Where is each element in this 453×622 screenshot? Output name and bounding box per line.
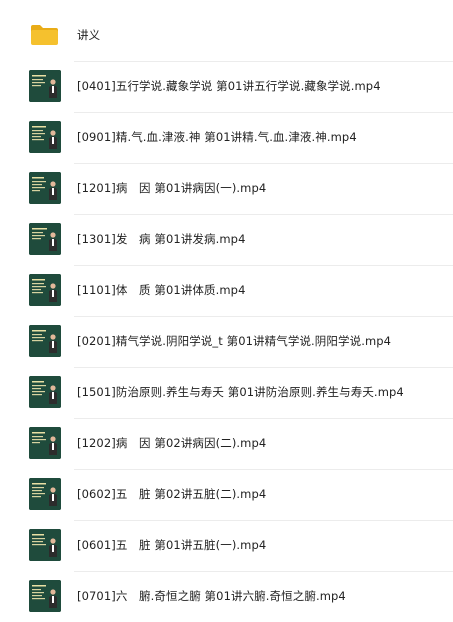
file-list: 讲义 [0401]五行学说.藏象学说 第01讲五行学说.藏象学说.mp4 [09… bbox=[0, 10, 453, 622]
video-thumbnail-icon bbox=[29, 223, 61, 255]
row-divider bbox=[74, 571, 453, 572]
video-row[interactable]: [0901]精.气.血.津液.神 第01讲精.气.血.津液.神.mp4 bbox=[0, 112, 453, 163]
row-divider bbox=[74, 112, 453, 113]
row-divider bbox=[74, 214, 453, 215]
video-row[interactable]: [1101]体 质 第01讲体质.mp4 bbox=[0, 265, 453, 316]
video-thumbnail-icon bbox=[29, 478, 61, 510]
video-row[interactable]: [0701]六 腑.奇恒之腑 第01讲六腑.奇恒之腑.mp4 bbox=[0, 571, 453, 622]
folder-icon bbox=[30, 24, 59, 46]
file-name: [1202]病 因 第02讲病因(二).mp4 bbox=[77, 436, 267, 450]
file-name: [1301]发 病 第01讲发病.mp4 bbox=[77, 232, 246, 246]
video-row[interactable]: [0602]五 脏 第02讲五脏(二).mp4 bbox=[0, 469, 453, 520]
file-name: [0201]精气学说.阴阳学说_t 第01讲精气学说.阴阳学说.mp4 bbox=[77, 334, 392, 348]
video-row[interactable]: [0401]五行学说.藏象学说 第01讲五行学说.藏象学说.mp4 bbox=[0, 61, 453, 112]
row-divider bbox=[74, 367, 453, 368]
video-thumbnail-icon bbox=[29, 427, 61, 459]
row-divider bbox=[74, 469, 453, 470]
file-name: [1501]防治原则.养生与寿夭 第01讲防治原则.养生与寿夭.mp4 bbox=[77, 385, 404, 399]
video-thumbnail-icon bbox=[29, 172, 61, 204]
file-name: [0401]五行学说.藏象学说 第01讲五行学说.藏象学说.mp4 bbox=[77, 79, 381, 93]
video-thumbnail-icon bbox=[29, 121, 61, 153]
row-divider bbox=[74, 418, 453, 419]
video-thumbnail-icon bbox=[29, 325, 61, 357]
video-thumbnail-icon bbox=[29, 70, 61, 102]
video-row[interactable]: [0201]精气学说.阴阳学说_t 第01讲精气学说.阴阳学说.mp4 bbox=[0, 316, 453, 367]
video-row[interactable]: [1301]发 病 第01讲发病.mp4 bbox=[0, 214, 453, 265]
file-name: [1101]体 质 第01讲体质.mp4 bbox=[77, 283, 246, 297]
video-row[interactable]: [0601]五 脏 第01讲五脏(一).mp4 bbox=[0, 520, 453, 571]
video-thumbnail-icon bbox=[29, 274, 61, 306]
row-divider bbox=[74, 265, 453, 266]
folder-row[interactable]: 讲义 bbox=[0, 10, 453, 61]
video-thumbnail-icon bbox=[29, 529, 61, 561]
row-divider bbox=[74, 316, 453, 317]
file-name: 讲义 bbox=[77, 28, 101, 42]
row-divider bbox=[74, 520, 453, 521]
file-name: [0602]五 脏 第02讲五脏(二).mp4 bbox=[77, 487, 267, 501]
file-name: [0701]六 腑.奇恒之腑 第01讲六腑.奇恒之腑.mp4 bbox=[77, 589, 346, 603]
video-row[interactable]: [1202]病 因 第02讲病因(二).mp4 bbox=[0, 418, 453, 469]
file-name: [1201]病 因 第01讲病因(一).mp4 bbox=[77, 181, 267, 195]
file-name: [0901]精.气.血.津液.神 第01讲精.气.血.津液.神.mp4 bbox=[77, 130, 357, 144]
video-row[interactable]: [1501]防治原则.养生与寿夭 第01讲防治原则.养生与寿夭.mp4 bbox=[0, 367, 453, 418]
video-thumbnail-icon bbox=[29, 580, 61, 612]
row-divider bbox=[74, 61, 453, 62]
row-divider bbox=[74, 163, 453, 164]
file-name: [0601]五 脏 第01讲五脏(一).mp4 bbox=[77, 538, 267, 552]
video-row[interactable]: [1201]病 因 第01讲病因(一).mp4 bbox=[0, 163, 453, 214]
video-thumbnail-icon bbox=[29, 376, 61, 408]
